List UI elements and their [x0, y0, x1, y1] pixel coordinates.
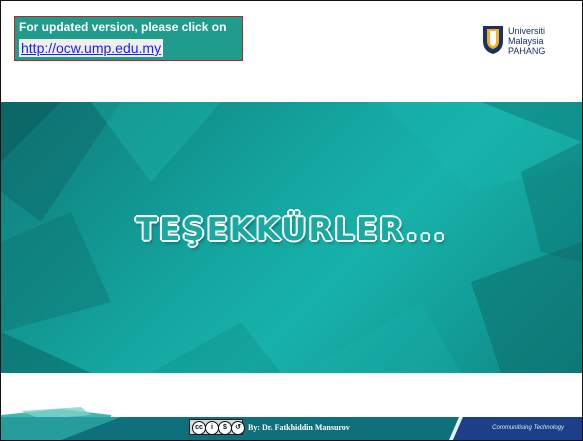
logo-line-3: PAHANG	[508, 46, 546, 56]
logo-line-1: Universiti	[508, 26, 546, 36]
footer: cc i $ ↺ By: Dr. Fatkhiddin Mansurov Com…	[1, 405, 582, 440]
slide: For updated version, please click on htt…	[0, 0, 583, 441]
thanks-banner: TEŞEKKÜRLER...	[1, 102, 582, 373]
update-notice: For updated version, please click on htt…	[14, 16, 243, 61]
thanks-title: TEŞEKKÜRLER...	[135, 212, 448, 248]
university-logo: Universiti Malaysia PAHANG	[482, 23, 562, 61]
author-credit: By: Dr. Fatkhiddin Mansurov	[248, 423, 350, 432]
footer-tagline: Communitising Technology	[492, 425, 564, 431]
cc-by-nc-sa-icon: cc i $ ↺	[189, 419, 245, 435]
logo-line-2: Malaysia	[508, 36, 544, 46]
update-text: For updated version, please click on	[19, 20, 227, 34]
university-shield-icon	[483, 26, 503, 54]
ocw-link[interactable]: http://ocw.ump.edu.my	[19, 39, 164, 57]
